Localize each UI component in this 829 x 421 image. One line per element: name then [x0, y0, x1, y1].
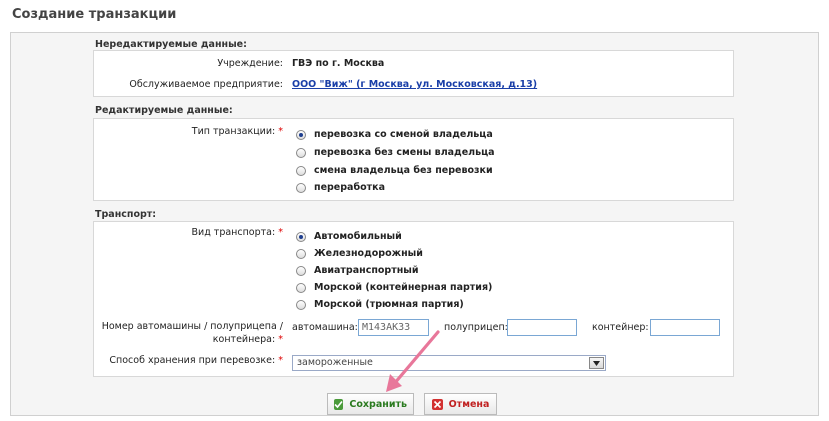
institution-value: ГВЭ по г. Москва [292, 58, 385, 69]
trailer-label: полуприцеп: [444, 322, 508, 333]
type-option-1[interactable]: перевозка со сменой владельца [296, 129, 493, 140]
type-option-4[interactable]: переработка [296, 182, 385, 193]
storage-method-select[interactable]: замороженные [292, 355, 606, 371]
trailer-number-input[interactable] [507, 319, 577, 336]
container-number-input[interactable] [650, 319, 720, 336]
radio-icon[interactable] [296, 299, 306, 310]
storage-method-label: Способ хранения при перевозке: * [109, 355, 283, 366]
editable-section-title: Редактируемые данные: [95, 105, 233, 116]
transport-option-1[interactable]: Автомобильный [296, 231, 402, 242]
type-option-2[interactable]: перевозка без смены владельца [296, 147, 495, 158]
radio-icon[interactable] [296, 248, 306, 259]
page-title: Создание транзакции [12, 7, 177, 22]
cancel-button-label: Отмена [448, 398, 490, 410]
enterprise-label: Обслуживаемое предприятие: [129, 79, 283, 90]
radio-icon[interactable] [296, 265, 306, 276]
checkmark-icon [334, 398, 344, 410]
institution-label: Учреждение: [217, 58, 283, 69]
enterprise-link[interactable]: ООО "Виж" (г Москва, ул. Московская, д.1… [292, 79, 537, 90]
save-button[interactable]: Сохранить [327, 393, 414, 415]
dropdown-arrow-icon[interactable] [589, 357, 604, 369]
transaction-type-label: Тип транзакции: * [191, 126, 283, 137]
transport-section-title: Транспорт: [95, 209, 157, 220]
save-button-label: Сохранить [349, 398, 407, 410]
transport-option-5[interactable]: Морской (трюмная партия) [296, 299, 464, 310]
close-icon [431, 398, 443, 410]
storage-method-value: замороженные [297, 357, 373, 368]
transport-option-3[interactable]: Авиатранспортный [296, 265, 419, 276]
annotation-arrow-icon [386, 330, 440, 392]
radio-icon[interactable] [296, 147, 306, 158]
car-label: автомашина: [292, 322, 358, 333]
transport-option-2[interactable]: Железнодорожный [296, 248, 423, 259]
radio-icon[interactable] [296, 231, 306, 242]
radio-icon[interactable] [296, 129, 306, 140]
type-option-3[interactable]: смена владельца без перевозки [296, 165, 493, 176]
radio-icon[interactable] [296, 165, 306, 176]
transport-kind-label: Вид транспорта: * [191, 227, 284, 238]
transport-option-4[interactable]: Морской (контейнерная партия) [296, 282, 492, 293]
radio-icon[interactable] [296, 282, 306, 293]
cancel-button[interactable]: Отмена [424, 393, 497, 415]
radio-icon[interactable] [296, 182, 306, 193]
vehicle-number-label: Номер автомашины / полуприцепа / контейн… [101, 321, 283, 345]
container-label: контейнер: [592, 322, 649, 333]
readonly-section-title: Нередактируемые данные: [95, 39, 247, 50]
